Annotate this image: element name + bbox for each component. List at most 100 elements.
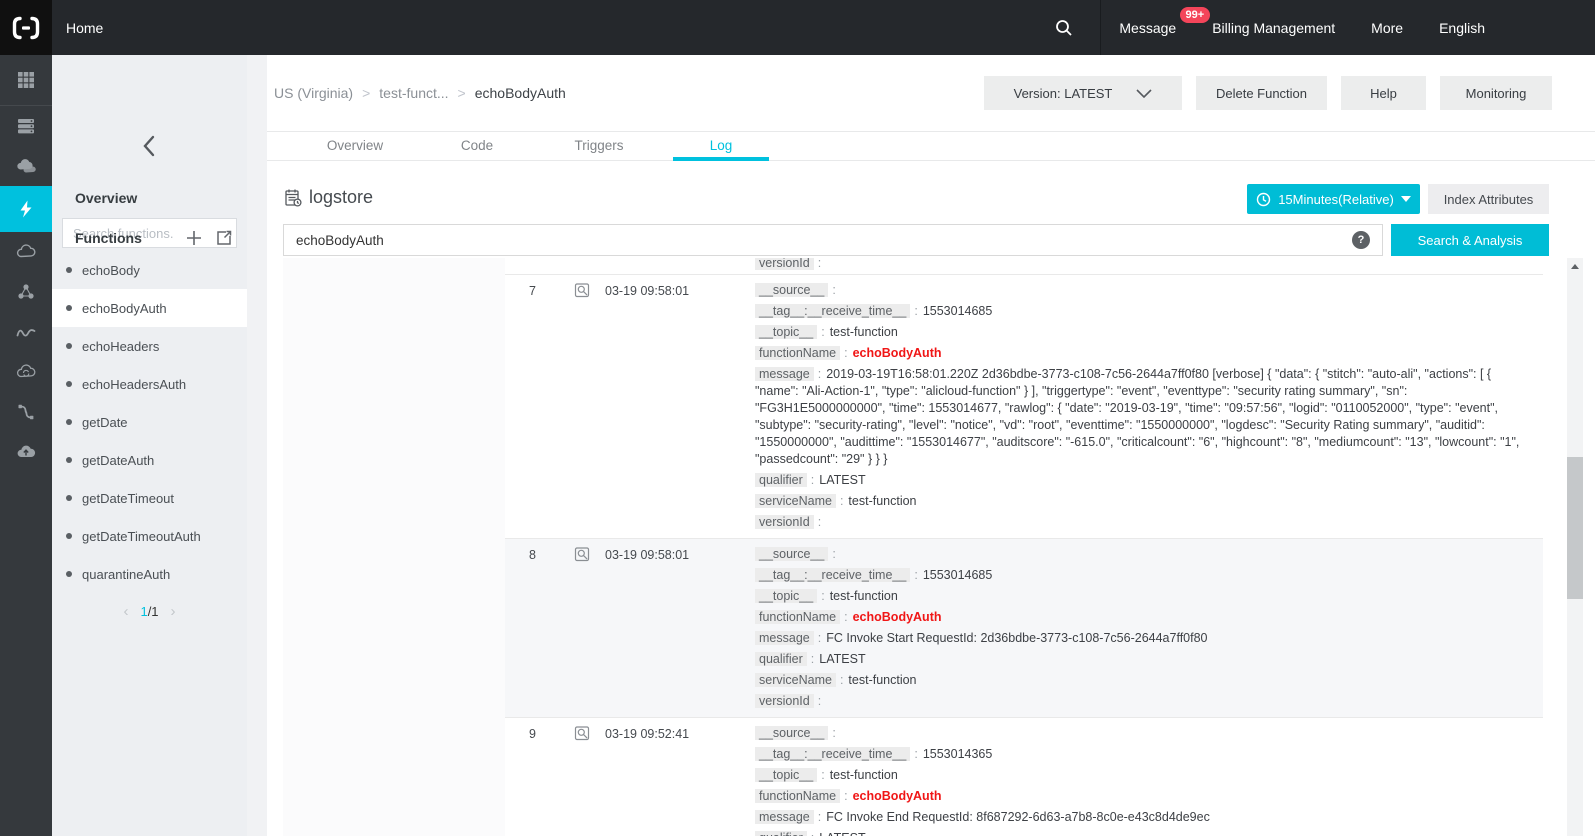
log-field-colon: :: [840, 789, 852, 803]
log-field: message:FC Invoke End RequestId: 8f68729…: [755, 809, 1531, 826]
inspect-icon[interactable]: [574, 282, 591, 299]
log-row-time: 03-19 09:58:01: [605, 546, 755, 714]
nav-search-button[interactable]: [1028, 0, 1100, 55]
log-field-value: test-function: [830, 768, 898, 782]
cloud-upload-icon[interactable]: [0, 432, 52, 472]
tab-log[interactable]: Log: [660, 132, 782, 160]
link-chain-icon[interactable]: [0, 392, 52, 432]
sidebar-item-echoBody[interactable]: echoBody: [52, 251, 247, 289]
function-name: echoHeaders: [82, 339, 159, 354]
log-row-fields: versionId:: [755, 258, 1543, 274]
log-field-value: test-function: [848, 673, 916, 687]
sidebar-item-getDateAuth[interactable]: getDateAuth: [52, 441, 247, 479]
log-field-colon: :: [828, 726, 840, 740]
tab-code[interactable]: Code: [416, 132, 538, 160]
sidebar-item-getDate[interactable]: getDate: [52, 403, 247, 441]
function-name: getDateAuth: [82, 453, 154, 468]
time-range-label: 15Minutes(Relative): [1278, 192, 1394, 207]
time-range-dropdown[interactable]: 15Minutes(Relative): [1247, 184, 1420, 214]
chevron-down-icon: [1136, 89, 1152, 98]
sidebar-item-functions[interactable]: Functions: [75, 230, 142, 246]
index-attributes-button[interactable]: Index Attributes: [1428, 184, 1549, 214]
query-help-icon[interactable]: ?: [1352, 231, 1370, 249]
log-row: 903-19 09:52:41__source__:__tag__:__rece…: [505, 718, 1543, 836]
sidebar-item-quarantineAuth[interactable]: quarantineAuth: [52, 555, 247, 593]
cloud-pair-icon[interactable]: [0, 146, 52, 186]
tab-overview[interactable]: Overview: [294, 132, 416, 160]
scrollbar-up-arrow[interactable]: [1571, 264, 1579, 269]
sidebar-item-echoHeaders[interactable]: echoHeaders: [52, 327, 247, 365]
pager-prev-icon[interactable]: ‹: [123, 603, 128, 620]
message-label: Message: [1119, 20, 1176, 36]
log-field-colon: :: [807, 652, 819, 666]
log-field: __tag__:__receive_time__:1553014365: [755, 746, 1531, 763]
apps-grid-icon[interactable]: [0, 55, 52, 106]
log-row-icon-cell: [560, 282, 605, 535]
home-link[interactable]: Home: [66, 20, 103, 36]
log-field-colon: :: [910, 568, 922, 582]
nav-item-billing[interactable]: Billing Management: [1194, 0, 1353, 55]
logstore-name: logstore: [309, 187, 373, 208]
function-compute-icon[interactable]: [0, 186, 52, 232]
log-field-colon: :: [910, 304, 922, 318]
log-field-value: 1553014685: [923, 304, 993, 318]
log-field-colon: :: [814, 515, 826, 529]
log-field: __tag__:__receive_time__:1553014685: [755, 303, 1531, 320]
inspect-icon[interactable]: [574, 725, 591, 742]
search-analysis-button[interactable]: Search & Analysis: [1391, 224, 1549, 256]
scrollbar-thumb[interactable]: [1567, 457, 1583, 599]
nav-item-more[interactable]: More: [1353, 0, 1421, 55]
log-field-colon: :: [817, 589, 829, 603]
sidebar-item-echoBodyAuth[interactable]: echoBodyAuth: [52, 289, 247, 327]
breadcrumb-item[interactable]: US (Virginia): [274, 85, 353, 101]
sidebar-item-echoHeadersAuth[interactable]: echoHeadersAuth: [52, 365, 247, 403]
pager-next-icon[interactable]: ›: [171, 603, 176, 620]
alibaba-cloud-logo[interactable]: [0, 0, 52, 55]
cluster-nodes-icon[interactable]: [0, 272, 52, 312]
nav-item-language[interactable]: English: [1421, 0, 1503, 55]
log-row: versionId:: [505, 258, 1543, 275]
monitoring-button[interactable]: Monitoring: [1440, 76, 1552, 110]
nav-item-message[interactable]: Message 99+: [1101, 0, 1194, 55]
add-function-icon[interactable]: [185, 229, 203, 247]
log-row-number: [505, 258, 560, 274]
wave-icon[interactable]: [0, 312, 52, 352]
log-field-key: message: [755, 810, 814, 824]
log-field: qualifier:LATEST: [755, 830, 1531, 836]
log-field: functionName:echoBodyAuth: [755, 345, 1531, 362]
sidebar-item-getDateTimeoutAuth[interactable]: getDateTimeoutAuth: [52, 517, 247, 555]
log-field: qualifier:LATEST: [755, 651, 1531, 668]
log-field-key: __tag__:__receive_time__: [755, 568, 910, 582]
function-name: echoBody: [82, 263, 140, 278]
tab-triggers[interactable]: Triggers: [538, 132, 660, 160]
magnifier-icon: [574, 546, 591, 563]
log-field: functionName:echoBodyAuth: [755, 788, 1531, 805]
log-field-value: FC Invoke Start RequestId: 2d36bdbe-3773…: [826, 631, 1207, 645]
cloud-outline-icon[interactable]: [0, 232, 52, 272]
log-field-value: test-function: [848, 494, 916, 508]
log-query-input[interactable]: [283, 224, 1383, 256]
product-icon-rail: [0, 55, 52, 836]
log-field-key: qualifier: [755, 831, 807, 836]
function-side-panel: Overview . Functions echoBodyechoBodyAut…: [52, 55, 247, 836]
cloud-sync-icon[interactable]: [0, 352, 52, 392]
log-row-time: [605, 258, 755, 274]
ecs-server-icon[interactable]: [0, 106, 52, 146]
collapse-panel-button[interactable]: [52, 133, 247, 159]
log-field-colon: :: [828, 547, 840, 561]
log-field: __topic__:test-function: [755, 767, 1531, 784]
sidebar-item-getDateTimeout[interactable]: getDateTimeout: [52, 479, 247, 517]
inspect-icon[interactable]: [574, 546, 591, 563]
version-dropdown[interactable]: Version: LATEST: [984, 76, 1182, 110]
log-field-key: qualifier: [755, 473, 807, 487]
log-row-time: 03-19 09:52:41: [605, 725, 755, 836]
help-button[interactable]: Help: [1341, 76, 1426, 110]
expand-functions-icon[interactable]: [215, 229, 233, 247]
log-field-value: 1553014365: [923, 747, 993, 761]
log-field-value: 1553014685: [923, 568, 993, 582]
delete-function-button[interactable]: Delete Function: [1196, 76, 1327, 110]
breadcrumb-item[interactable]: test-funct...: [379, 85, 448, 101]
log-field-value: 2019-03-19T16:58:01.220Z 2d36bdbe-3773-c…: [755, 367, 1519, 466]
log-scrollbar[interactable]: [1567, 258, 1583, 836]
log-field: __topic__:test-function: [755, 324, 1531, 341]
